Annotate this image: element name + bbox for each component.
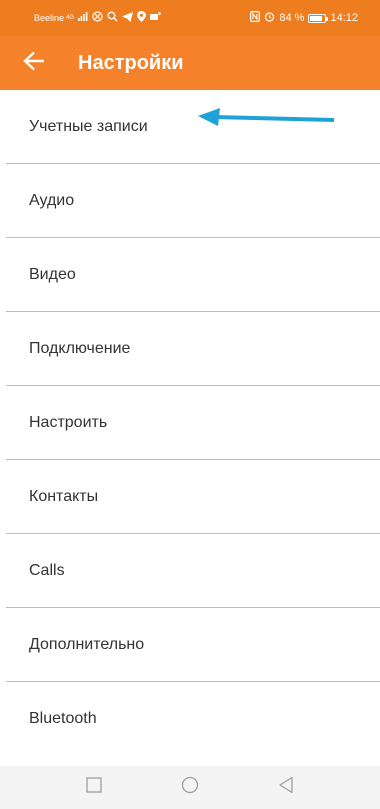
status-bar: Beeline 4G 84 % 14:12 [0,0,380,36]
settings-item-label: Calls [29,561,65,579]
battery-icon [308,13,329,23]
settings-item-label: Bluetooth [29,710,97,727]
carrier-label: Beeline [34,12,65,23]
blocked-icon [92,11,103,25]
battery-fill [310,15,323,21]
nfc-icon [250,11,261,25]
arrow-left-icon [23,51,45,76]
clock: 14:12 [330,11,358,24]
alarm-icon [264,11,275,25]
telegram-icon [122,11,134,25]
search-icon [107,11,118,25]
settings-item-connection[interactable]: Подключение [6,312,380,386]
settings-item-label: Подключение [29,339,131,357]
status-right: 84 % 14:12 [250,11,358,25]
settings-item-label: Видео [29,265,76,283]
navigation-bar [0,766,380,809]
home-button[interactable] [172,770,208,806]
settings-item-bluetooth[interactable]: Bluetooth [6,682,380,756]
page-title: Настройки [78,51,184,74]
settings-item-contacts[interactable]: Контакты [6,460,380,534]
settings-item-customize[interactable]: Настроить [6,386,380,460]
settings-item-audio[interactable]: Аудио [6,164,380,238]
settings-item-label: Учетные записи [29,117,148,135]
phone-screen: Beeline 4G 84 % 14:12 Настройки Учетные … [0,0,380,809]
app-bar: Настройки [0,36,380,90]
settings-item-video[interactable]: Видео [6,238,380,312]
battery-percent: 84 % [279,11,305,24]
status-left: Beeline 4G [34,11,161,25]
settings-item-label: Контакты [29,487,99,505]
wifi-hotspot-icon [150,12,161,24]
back-nav-button[interactable] [268,770,304,806]
settings-item-calls[interactable]: Calls [6,534,380,608]
arrow-left-annotation-icon [196,108,336,133]
settings-item-accounts[interactable]: Учетные записи [6,90,380,164]
settings-item-label: Настроить [29,413,108,431]
settings-item-label: Аудио [29,191,75,209]
back-button[interactable] [4,36,64,90]
location-icon [137,11,147,25]
settings-list: Учетные записи Аудио Видео Подключение Н… [0,90,380,756]
settings-item-advanced[interactable]: Дополнительно [6,608,380,682]
settings-item-label: Дополнительно [29,635,145,653]
square-icon [86,777,102,798]
signal-icon [78,12,88,24]
circle-icon [181,776,199,799]
network-label: 4G [66,14,75,21]
recent-apps-button[interactable] [76,770,112,806]
triangle-back-icon [278,776,294,799]
